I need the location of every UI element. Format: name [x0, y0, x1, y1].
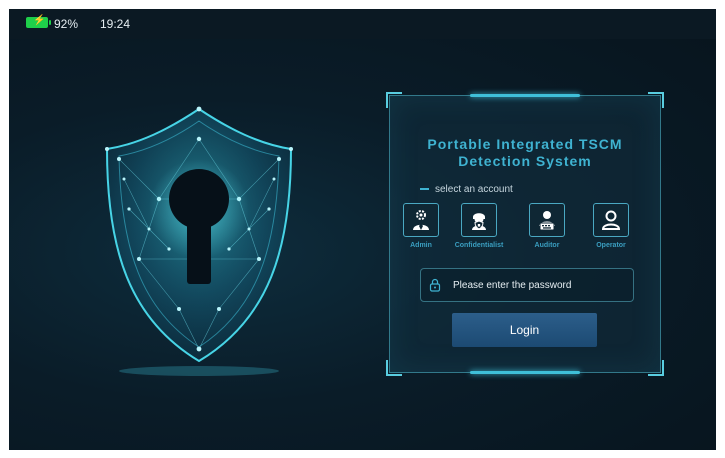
account-confidentialist[interactable]: Confidentialist: [454, 203, 504, 249]
admin-user-gear-icon: [403, 203, 439, 237]
panel-corner: [648, 360, 664, 376]
login-button[interactable]: Login: [452, 313, 597, 347]
battery-charging-icon: ⚡: [26, 15, 51, 28]
panel-glow: [470, 371, 580, 374]
password-field[interactable]: [420, 268, 634, 302]
account-label: Auditor: [534, 242, 560, 249]
account-operator[interactable]: Operator: [586, 203, 636, 249]
panel-corner: [648, 92, 664, 108]
account-auditor[interactable]: Auditor: [522, 203, 572, 249]
account-label: Admin: [410, 242, 432, 249]
login-panel: Portable Integrated TSCM Detection Syste…: [386, 92, 664, 376]
app-title: Portable Integrated TSCM Detection Syste…: [427, 136, 623, 169]
clock: 19:24: [100, 17, 131, 31]
select-account-label: select an account: [420, 184, 513, 195]
account-admin[interactable]: Admin: [396, 203, 446, 249]
panel-glow: [470, 94, 580, 97]
password-input[interactable]: [451, 269, 630, 301]
login-screen: ⚡ 92% 19:24 Portable Integrated TSCM Det…: [9, 9, 716, 450]
status-bar: ⚡ 92% 19:24: [9, 9, 716, 39]
account-label: Confidentialist: [454, 242, 504, 249]
keyhole-shield-icon: [99, 99, 299, 399]
shield-lock-user-icon: [461, 203, 497, 237]
auditor-user-keyboard-icon: [529, 203, 565, 237]
panel-corner: [386, 360, 402, 376]
account-label: Operator: [596, 242, 626, 249]
battery-percent: 92%: [54, 17, 79, 31]
lock-icon: [429, 278, 441, 297]
panel-corner: [386, 92, 402, 108]
operator-user-icon: [593, 203, 629, 237]
